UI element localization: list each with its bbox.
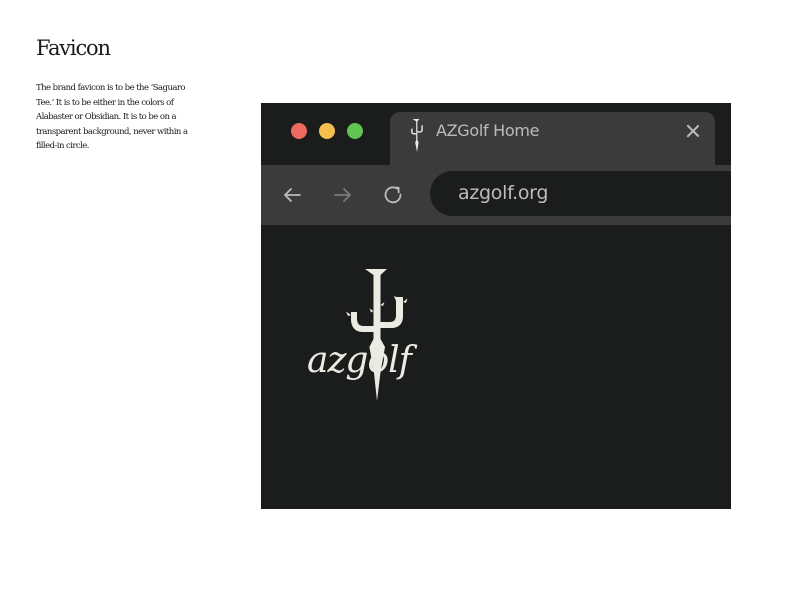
- browser-mockup: AZGolf Home azgolf.org azgolf: [261, 103, 731, 509]
- url-text: azgolf.org: [458, 182, 549, 204]
- azgolf-logo: azgolf: [297, 261, 477, 421]
- forward-arrow-icon[interactable]: [328, 180, 358, 210]
- address-bar[interactable]: azgolf.org: [430, 171, 731, 216]
- close-tab-icon[interactable]: [686, 124, 700, 138]
- tab-title: AZGolf Home: [436, 121, 540, 140]
- browser-titlebar: AZGolf Home: [261, 103, 731, 165]
- reload-icon[interactable]: [378, 180, 408, 210]
- close-window-button[interactable]: [291, 123, 307, 139]
- browser-tab[interactable]: AZGolf Home: [390, 112, 715, 165]
- page-content: azgolf: [261, 225, 731, 509]
- back-arrow-icon[interactable]: [277, 180, 307, 210]
- browser-toolbar: azgolf.org: [261, 165, 731, 225]
- maximize-window-button[interactable]: [347, 123, 363, 139]
- saguaro-tee-icon: [408, 118, 426, 156]
- logo-wordmark: azgolf: [307, 340, 418, 381]
- minimize-window-button[interactable]: [319, 123, 335, 139]
- favicon-description: The brand favicon is to be the ‘Saguaro …: [36, 83, 188, 151]
- page-title: Favicon: [36, 36, 111, 60]
- brand-guideline-page: Favicon The brand favicon is to be the ‘…: [0, 0, 792, 612]
